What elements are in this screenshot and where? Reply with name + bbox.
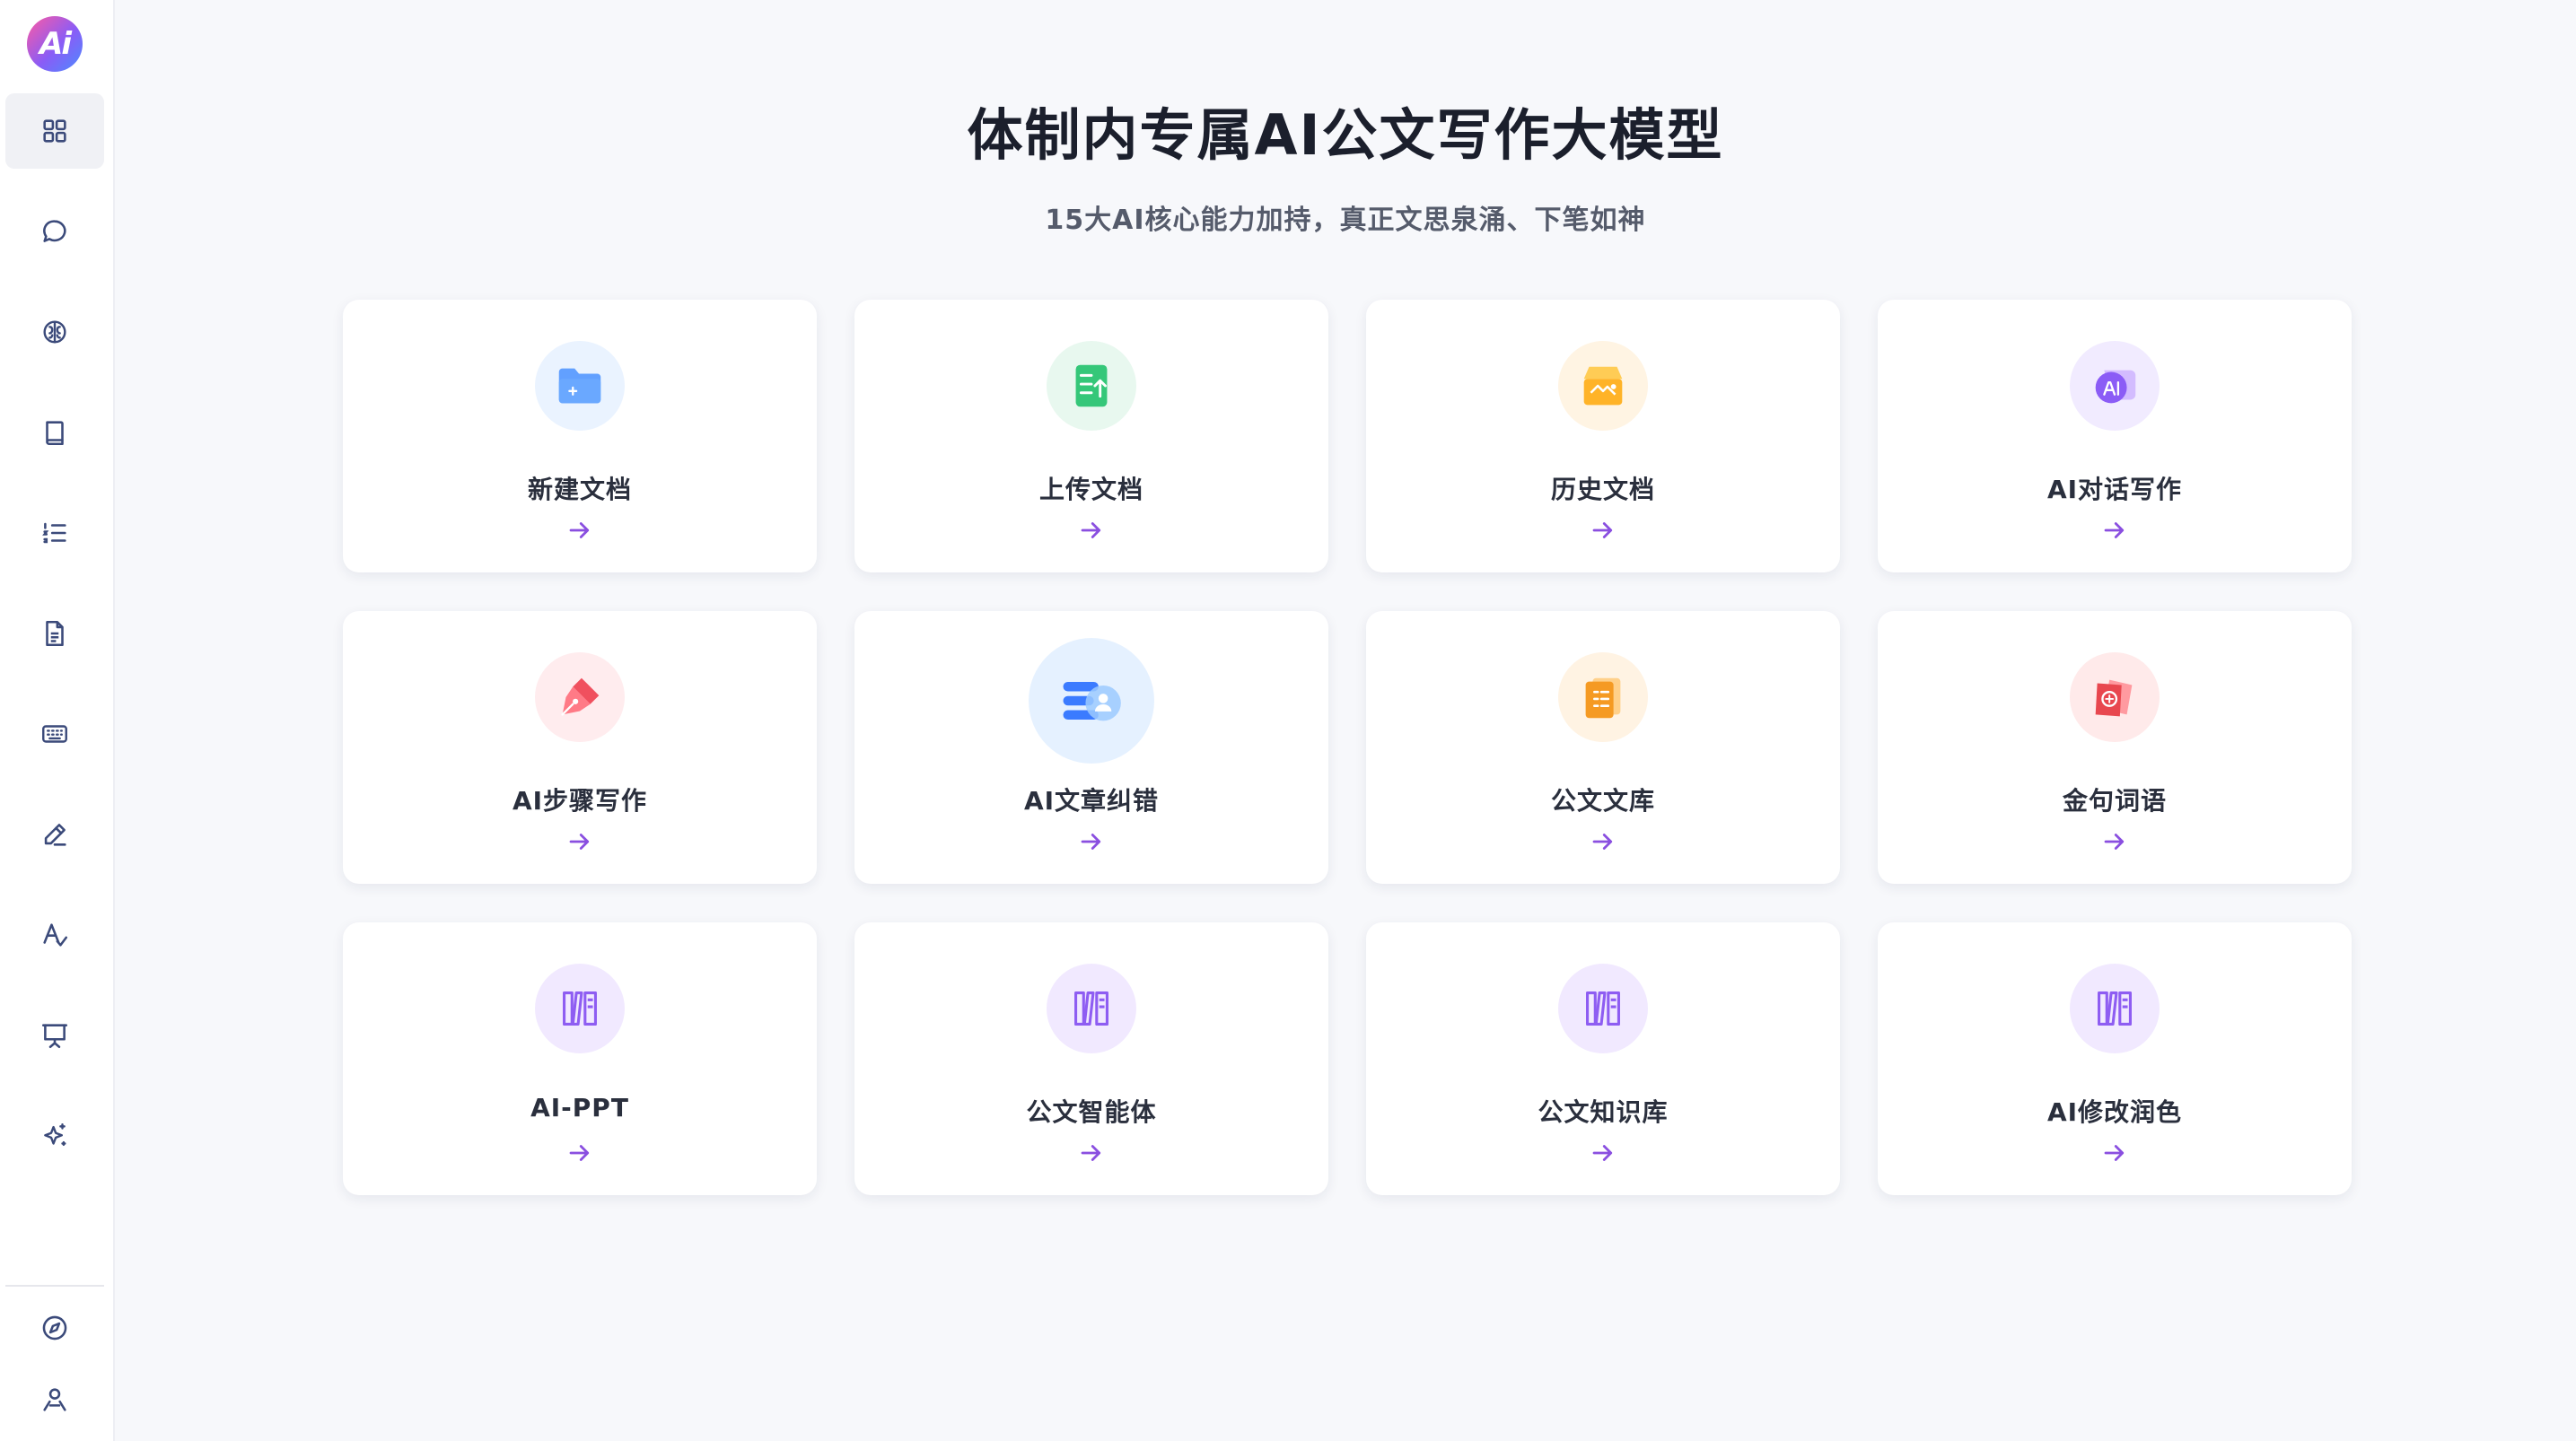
sidebar-item-sparkle[interactable]: [5, 1098, 104, 1174]
card-history-document[interactable]: 历史文档: [1366, 300, 1840, 572]
pen-nib-icon: [561, 677, 600, 716]
card-icon-bg: [535, 964, 625, 1053]
correction-icon: [1063, 682, 1121, 721]
sidebar-item-chat[interactable]: [5, 194, 104, 269]
arrow-right-icon: [569, 1145, 590, 1161]
card-label: AI-PPT: [530, 1093, 629, 1122]
keyboard-icon: [42, 725, 67, 743]
card-icon-bg: [1047, 341, 1136, 431]
sidebar-divider: [5, 1285, 104, 1287]
card-label: 公文知识库: [1538, 1097, 1669, 1127]
sidebar-item-explore[interactable]: [5, 1290, 104, 1366]
sidebar-item-book[interactable]: [5, 395, 104, 470]
presentation-icon: [41, 1024, 68, 1049]
sidebar-item-keyboard[interactable]: [5, 696, 104, 772]
card-label: AI步骤写作: [512, 786, 648, 816]
feature-card-grid: 新建文档 上传文档 历史文档 AI对话写作 AI步骤写作 AI文章纠错 公文文库…: [343, 300, 2355, 1195]
arrow-right-icon: [1081, 522, 1101, 538]
user-icon: [43, 1388, 66, 1411]
compass-icon: [42, 1315, 67, 1341]
card-icon-bg: [2070, 964, 2160, 1053]
golden-sentence-icon: [2095, 679, 2133, 717]
grid-icon: [43, 119, 66, 143]
chat-icon: [43, 220, 66, 242]
history-box-icon: [1583, 366, 1623, 406]
sidebar-item-presentation[interactable]: [5, 998, 104, 1073]
card-icon-bg: [535, 652, 625, 742]
arrow-right-icon: [1592, 834, 1613, 850]
sidebar: Ai: [0, 0, 115, 1441]
card-label: AI文章纠错: [1023, 786, 1160, 816]
card-label: 上传文档: [1038, 475, 1143, 504]
arrow-right-icon: [2104, 1145, 2125, 1161]
columns-icon: [2098, 991, 2132, 1026]
card-upload-document[interactable]: 上传文档: [854, 300, 1328, 572]
card-icon-bg: [1558, 652, 1648, 742]
text-style-icon: [43, 923, 68, 947]
card-icon-bg: [2070, 341, 2160, 431]
library-book-icon: [1585, 677, 1621, 719]
card-document-library[interactable]: 公文文库: [1366, 611, 1840, 884]
card-ai-polish[interactable]: AI修改润色: [1878, 922, 2352, 1195]
book-icon: [46, 421, 64, 446]
columns-icon: [1074, 991, 1108, 1026]
card-label: 公文文库: [1550, 786, 1655, 816]
app-logo[interactable]: Ai: [27, 16, 83, 72]
arrow-right-icon: [1592, 522, 1613, 538]
card-icon-bg: [535, 341, 625, 431]
sidebar-item-pen[interactable]: [5, 797, 104, 872]
card-golden-sentences[interactable]: 金句词语: [1878, 611, 2352, 884]
upload-document-icon: [1075, 364, 1108, 407]
sidebar-item-profile[interactable]: [5, 1362, 104, 1437]
card-label: AI修改润色: [2046, 1097, 2183, 1127]
card-ai-article-correction[interactable]: AI文章纠错: [854, 611, 1328, 884]
sidebar-item-dashboard[interactable]: [5, 93, 104, 169]
arrow-right-icon: [569, 834, 590, 850]
card-icon-bg: [1029, 638, 1154, 764]
card-label: 历史文档: [1550, 475, 1655, 504]
columns-icon: [1586, 991, 1620, 1026]
ai-chat-icon: [2095, 370, 2136, 404]
list-icon: [42, 522, 66, 544]
card-new-document[interactable]: 新建文档: [343, 300, 817, 572]
card-label: 新建文档: [527, 475, 632, 504]
card-icon-bg: [2070, 652, 2160, 742]
card-icon-bg: [1558, 341, 1648, 431]
card-label: 公文智能体: [1026, 1097, 1157, 1127]
sidebar-item-brain[interactable]: [5, 294, 104, 370]
card-label: 金句词语: [2062, 786, 2167, 816]
page-subtitle: 15大AI核心能力加持，真正文思泉涌、下笔如神: [1045, 205, 1646, 236]
arrow-right-icon: [2104, 834, 2125, 850]
arrow-right-icon: [2104, 522, 2125, 538]
card-document-agent[interactable]: 公文智能体: [854, 922, 1328, 1195]
card-ai-step-writing[interactable]: AI步骤写作: [343, 611, 817, 884]
card-icon-bg: [1558, 964, 1648, 1053]
arrow-right-icon: [569, 522, 590, 538]
arrow-right-icon: [1081, 1145, 1101, 1161]
card-label: AI对话写作: [2046, 475, 2183, 504]
arrow-right-icon: [1592, 1145, 1613, 1161]
card-ai-ppt[interactable]: AI-PPT: [343, 922, 817, 1195]
card-icon-bg: [1047, 964, 1136, 1053]
new-folder-icon: [558, 368, 601, 404]
sidebar-item-list[interactable]: [5, 495, 104, 571]
pen-icon: [44, 824, 66, 846]
card-document-knowledge-base[interactable]: 公文知识库: [1366, 922, 1840, 1195]
brain-icon: [43, 320, 66, 344]
document-icon: [46, 620, 64, 647]
sidebar-item-document[interactable]: [5, 596, 104, 671]
page-title: 体制内专属AI公文写作大模型: [967, 102, 1724, 168]
sidebar-item-text-style[interactable]: [5, 897, 104, 973]
card-ai-chat-writing[interactable]: AI对话写作: [1878, 300, 2352, 572]
columns-icon: [563, 991, 597, 1026]
arrow-right-icon: [1081, 834, 1101, 850]
sparkle-icon: [44, 1123, 66, 1147]
